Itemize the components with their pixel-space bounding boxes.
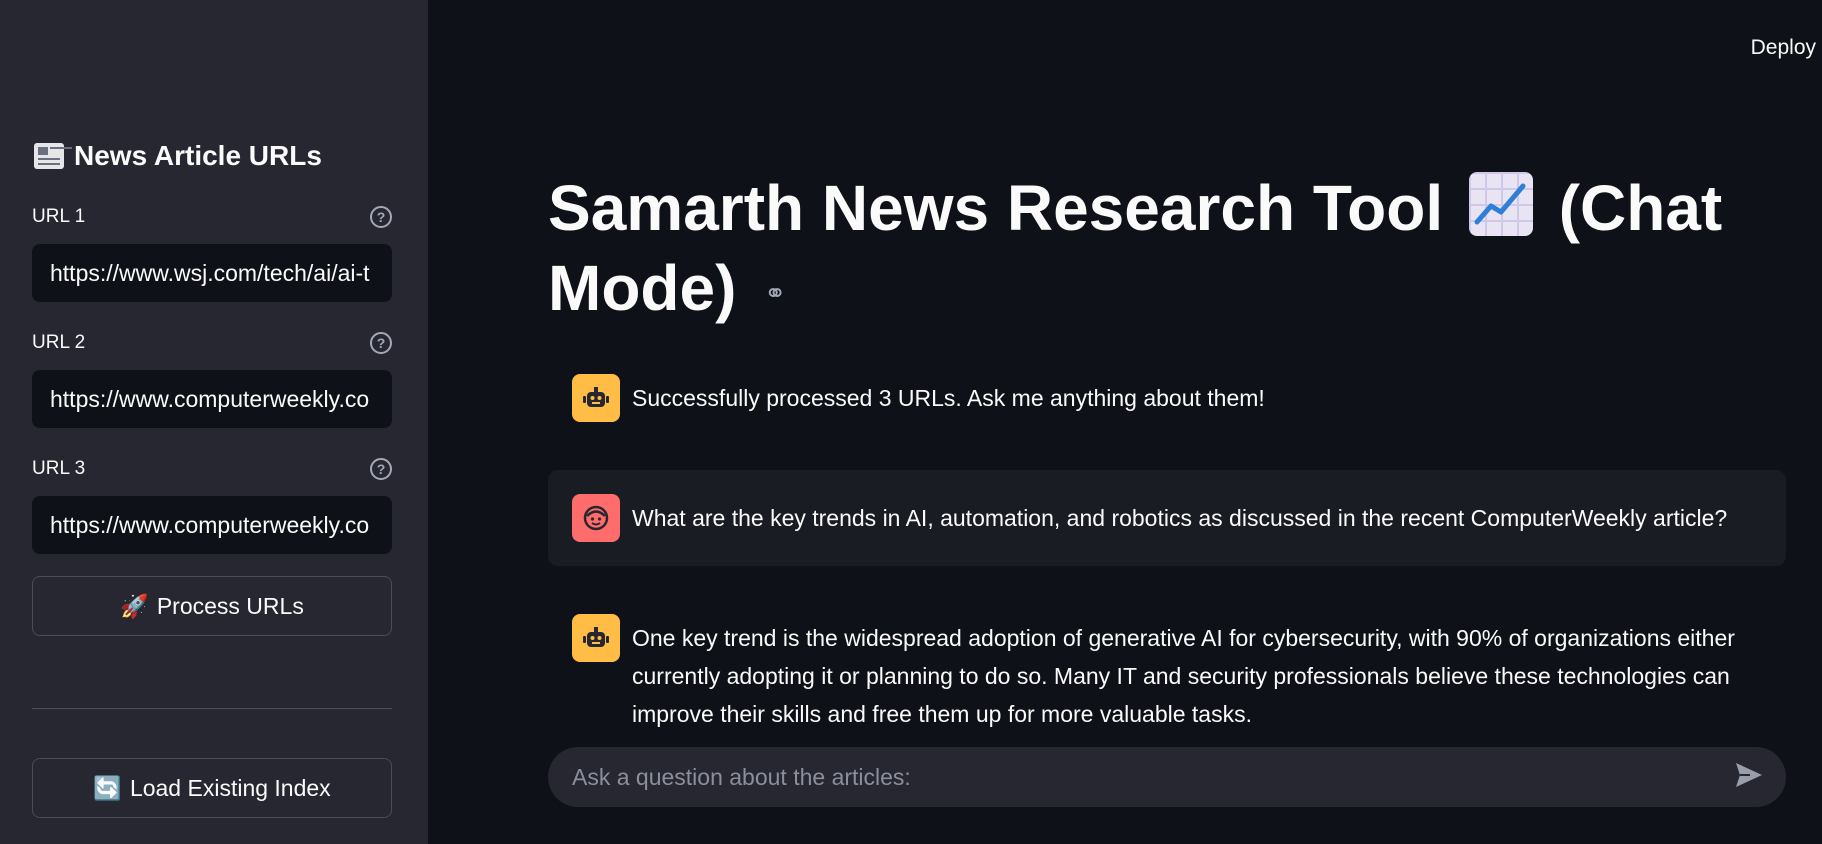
- bot-icon: [572, 374, 620, 422]
- sidebar-title: News Article URLs: [74, 140, 322, 171]
- url-input-3[interactable]: https://www.computerweekly.co: [32, 496, 392, 554]
- chart-increasing-icon: [1468, 172, 1533, 236]
- url-input-2[interactable]: https://www.computerweekly.co: [32, 370, 392, 428]
- bot-icon: [572, 614, 620, 662]
- chat-message-assistant: Successfully processed 3 URLs. Ask me an…: [548, 374, 1786, 422]
- help-icon[interactable]: ?: [370, 332, 392, 354]
- page-title: Samarth News Research Tool (Chat Mode) ⚭: [548, 168, 1728, 333]
- url-label-2: URL 2: [32, 332, 86, 353]
- message-text: What are the key trends in AI, automatio…: [632, 505, 1728, 531]
- chat-input-placeholder[interactable]: Ask a question about the articles:: [572, 764, 911, 791]
- message-text: One key trend is the widespread adoption…: [632, 625, 1735, 727]
- sidebar-divider: [32, 708, 392, 709]
- user-face-icon: [572, 494, 620, 542]
- send-icon[interactable]: [1734, 761, 1764, 794]
- url-input-1[interactable]: https://www.wsj.com/tech/ai/ai-t: [32, 244, 392, 302]
- url-label-3: URL 3: [32, 458, 86, 479]
- url-field-1: URL 1 ? https://www.wsj.com/tech/ai/ai-t: [32, 204, 392, 302]
- process-urls-label: Process URLs: [156, 592, 304, 619]
- message-text: Successfully processed 3 URLs. Ask me an…: [632, 385, 1265, 411]
- help-icon[interactable]: ?: [370, 458, 392, 480]
- deploy-button[interactable]: Deploy: [1751, 36, 1816, 60]
- chat-message-assistant: One key trend is the widespread adoption…: [548, 614, 1786, 733]
- refresh-icon: 🔄: [93, 774, 122, 801]
- newspaper-icon: [34, 143, 64, 169]
- chat-message-user: What are the key trends in AI, automatio…: [548, 470, 1786, 566]
- load-index-label: Load Existing Index: [129, 774, 331, 801]
- help-icon[interactable]: ?: [370, 206, 392, 228]
- load-index-button[interactable]: 🔄 Load Existing Index: [32, 758, 392, 818]
- sidebar-header: News Article URLs: [34, 140, 322, 172]
- sidebar: News Article URLs URL 1 ? https://www.ws…: [0, 0, 428, 844]
- page-title-text: Samarth News Research Tool: [548, 172, 1444, 244]
- url-field-2: URL 2 ? https://www.computerweekly.co: [32, 330, 392, 428]
- rocket-icon: 🚀: [120, 592, 149, 619]
- chat-input[interactable]: Ask a question about the articles:: [548, 747, 1786, 807]
- url-label-1: URL 1: [32, 206, 86, 227]
- link-icon[interactable]: ⚭: [764, 278, 786, 308]
- url-field-3: URL 3 ? https://www.computerweekly.co: [32, 456, 392, 554]
- process-urls-button[interactable]: 🚀 Process URLs: [32, 576, 392, 636]
